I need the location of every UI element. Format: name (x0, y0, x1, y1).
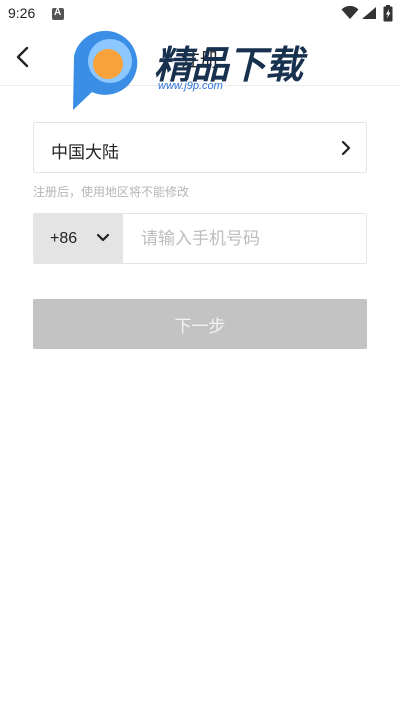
battery-charging-icon (383, 5, 393, 22)
next-button[interactable]: 下一步 (33, 299, 367, 349)
phone-row: +86 (33, 213, 367, 264)
status-bar: 9:26 (0, 0, 400, 28)
phone-input[interactable] (123, 214, 366, 263)
country-code-label: +86 (50, 230, 78, 247)
signal-icon (362, 7, 376, 19)
region-select[interactable]: 中国大陆 (33, 122, 367, 173)
region-hint: 注册后，使用地区将不能修改 (33, 185, 190, 199)
wifi-icon (341, 6, 359, 19)
page-title: 注册 (180, 49, 219, 71)
chevron-down-icon (96, 233, 110, 242)
country-code-select[interactable]: +86 (34, 214, 123, 263)
status-time: 9:26 (8, 5, 36, 21)
chevron-right-icon (341, 140, 351, 156)
region-value: 中国大陆 (51, 143, 119, 163)
a-notification-icon (52, 7, 64, 20)
header: 注册 (0, 28, 400, 86)
